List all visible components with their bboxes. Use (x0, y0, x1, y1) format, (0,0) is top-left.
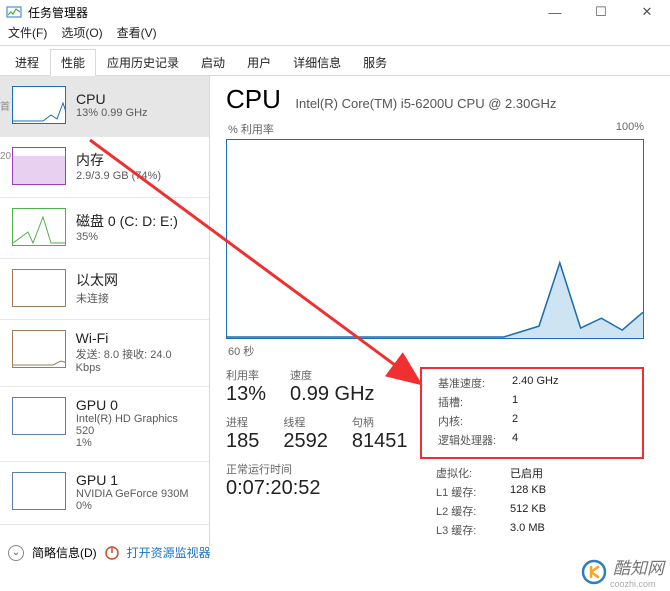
tab-users[interactable]: 用户 (236, 49, 282, 76)
tab-startup[interactable]: 启动 (190, 49, 236, 76)
footer: ⌄ 简略信息(D) 打开资源监视器 (8, 544, 211, 561)
menu-options[interactable]: 选项(O) (61, 24, 102, 41)
menubar: 文件(F) 选项(O) 查看(V) (0, 22, 670, 46)
window-title: 任务管理器 (28, 4, 532, 21)
disk-thumbnail-icon (12, 208, 66, 246)
tab-processes[interactable]: 进程 (4, 49, 50, 76)
stat-threads: 2592 (283, 430, 328, 453)
minimize-button[interactable]: — (532, 1, 578, 23)
maximize-button[interactable]: ☐ (578, 1, 624, 23)
sidebar-item-gpu1[interactable]: GPU 1NVIDIA GeForce 930M0% (0, 462, 209, 525)
spec-sockets: 1 (512, 394, 518, 410)
sidebar-item-ethernet[interactable]: 以太网未连接 (0, 259, 209, 320)
spec-cores: 2 (512, 413, 518, 429)
graph-max: 100% (616, 121, 644, 137)
tab-performance[interactable]: 性能 (50, 49, 96, 76)
sidebar-item-disk[interactable]: 磁盘 0 (C: D: E:)35% (0, 198, 209, 259)
detail-pane: CPU Intel(R) Core(TM) i5-6200U CPU @ 2.3… (210, 76, 670, 546)
stat-speed: 0.99 GHz (290, 383, 374, 406)
stat-processes: 185 (226, 430, 259, 453)
tab-strip: 进程 性能 应用历史记录 启动 用户 详细信息 服务 (0, 48, 670, 76)
tab-apphistory[interactable]: 应用历史记录 (96, 49, 190, 76)
stat-handles: 81451 (352, 430, 408, 453)
collapse-icon[interactable]: ⌄ (8, 545, 24, 561)
app-icon (6, 4, 22, 20)
spec-l1: 128 KB (510, 484, 546, 500)
sidebar: CPU13% 0.99 GHz 内存2.9/3.9 GB (74%) 磁盘 0 … (0, 76, 210, 546)
tab-services[interactable]: 服务 (352, 49, 398, 76)
gpu1-thumbnail-icon (12, 472, 66, 510)
stat-utilization: 13% (226, 383, 266, 406)
gpu0-thumbnail-icon (12, 397, 66, 435)
titlebar: 任务管理器 — ☐ ✕ (0, 0, 670, 22)
cpu-model: Intel(R) Core(TM) i5-6200U CPU @ 2.30GHz (295, 96, 556, 111)
graph-duration: 60 秒 (228, 343, 670, 359)
graph-label: % 利用率 (228, 121, 274, 137)
close-button[interactable]: ✕ (624, 1, 670, 23)
spec-l2: 512 KB (510, 503, 546, 519)
highlighted-specs: 基准速度:2.40 GHz 插槽:1 内核:2 逻辑处理器:4 (420, 367, 644, 459)
sidebar-item-gpu0[interactable]: GPU 0Intel(R) HD Graphics 5201% (0, 387, 209, 462)
memory-thumbnail-icon (12, 147, 66, 185)
spec-l3: 3.0 MB (510, 522, 545, 538)
watermark: 酷知网coozhi.com (581, 554, 664, 589)
stat-uptime: 0:07:20:52 (226, 477, 420, 500)
cpu-thumbnail-icon (12, 86, 66, 124)
open-resmon-link[interactable]: 打开资源监视器 (127, 544, 211, 561)
sidebar-label: CPU (76, 91, 148, 107)
sidebar-item-wifi[interactable]: Wi-Fi发送: 8.0 接收: 24.0 Kbps (0, 320, 209, 387)
resmon-icon (105, 546, 119, 560)
spec-base-speed: 2.40 GHz (512, 375, 558, 391)
spec-logical-processors: 4 (512, 432, 518, 448)
fewer-details-link[interactable]: 简略信息(D) (32, 544, 97, 561)
watermark-logo-icon (581, 559, 607, 585)
ethernet-thumbnail-icon (12, 269, 66, 307)
sidebar-item-memory[interactable]: 内存2.9/3.9 GB (74%) (0, 137, 209, 198)
tab-details[interactable]: 详细信息 (282, 49, 352, 76)
menu-file[interactable]: 文件(F) (8, 24, 47, 41)
detail-heading: CPU (226, 84, 281, 115)
menu-view[interactable]: 查看(V) (117, 24, 157, 41)
spec-virtualization: 已启用 (510, 465, 543, 481)
sidebar-item-cpu[interactable]: CPU13% 0.99 GHz (0, 76, 209, 137)
wifi-thumbnail-icon (12, 330, 66, 368)
cpu-graph (226, 139, 644, 339)
